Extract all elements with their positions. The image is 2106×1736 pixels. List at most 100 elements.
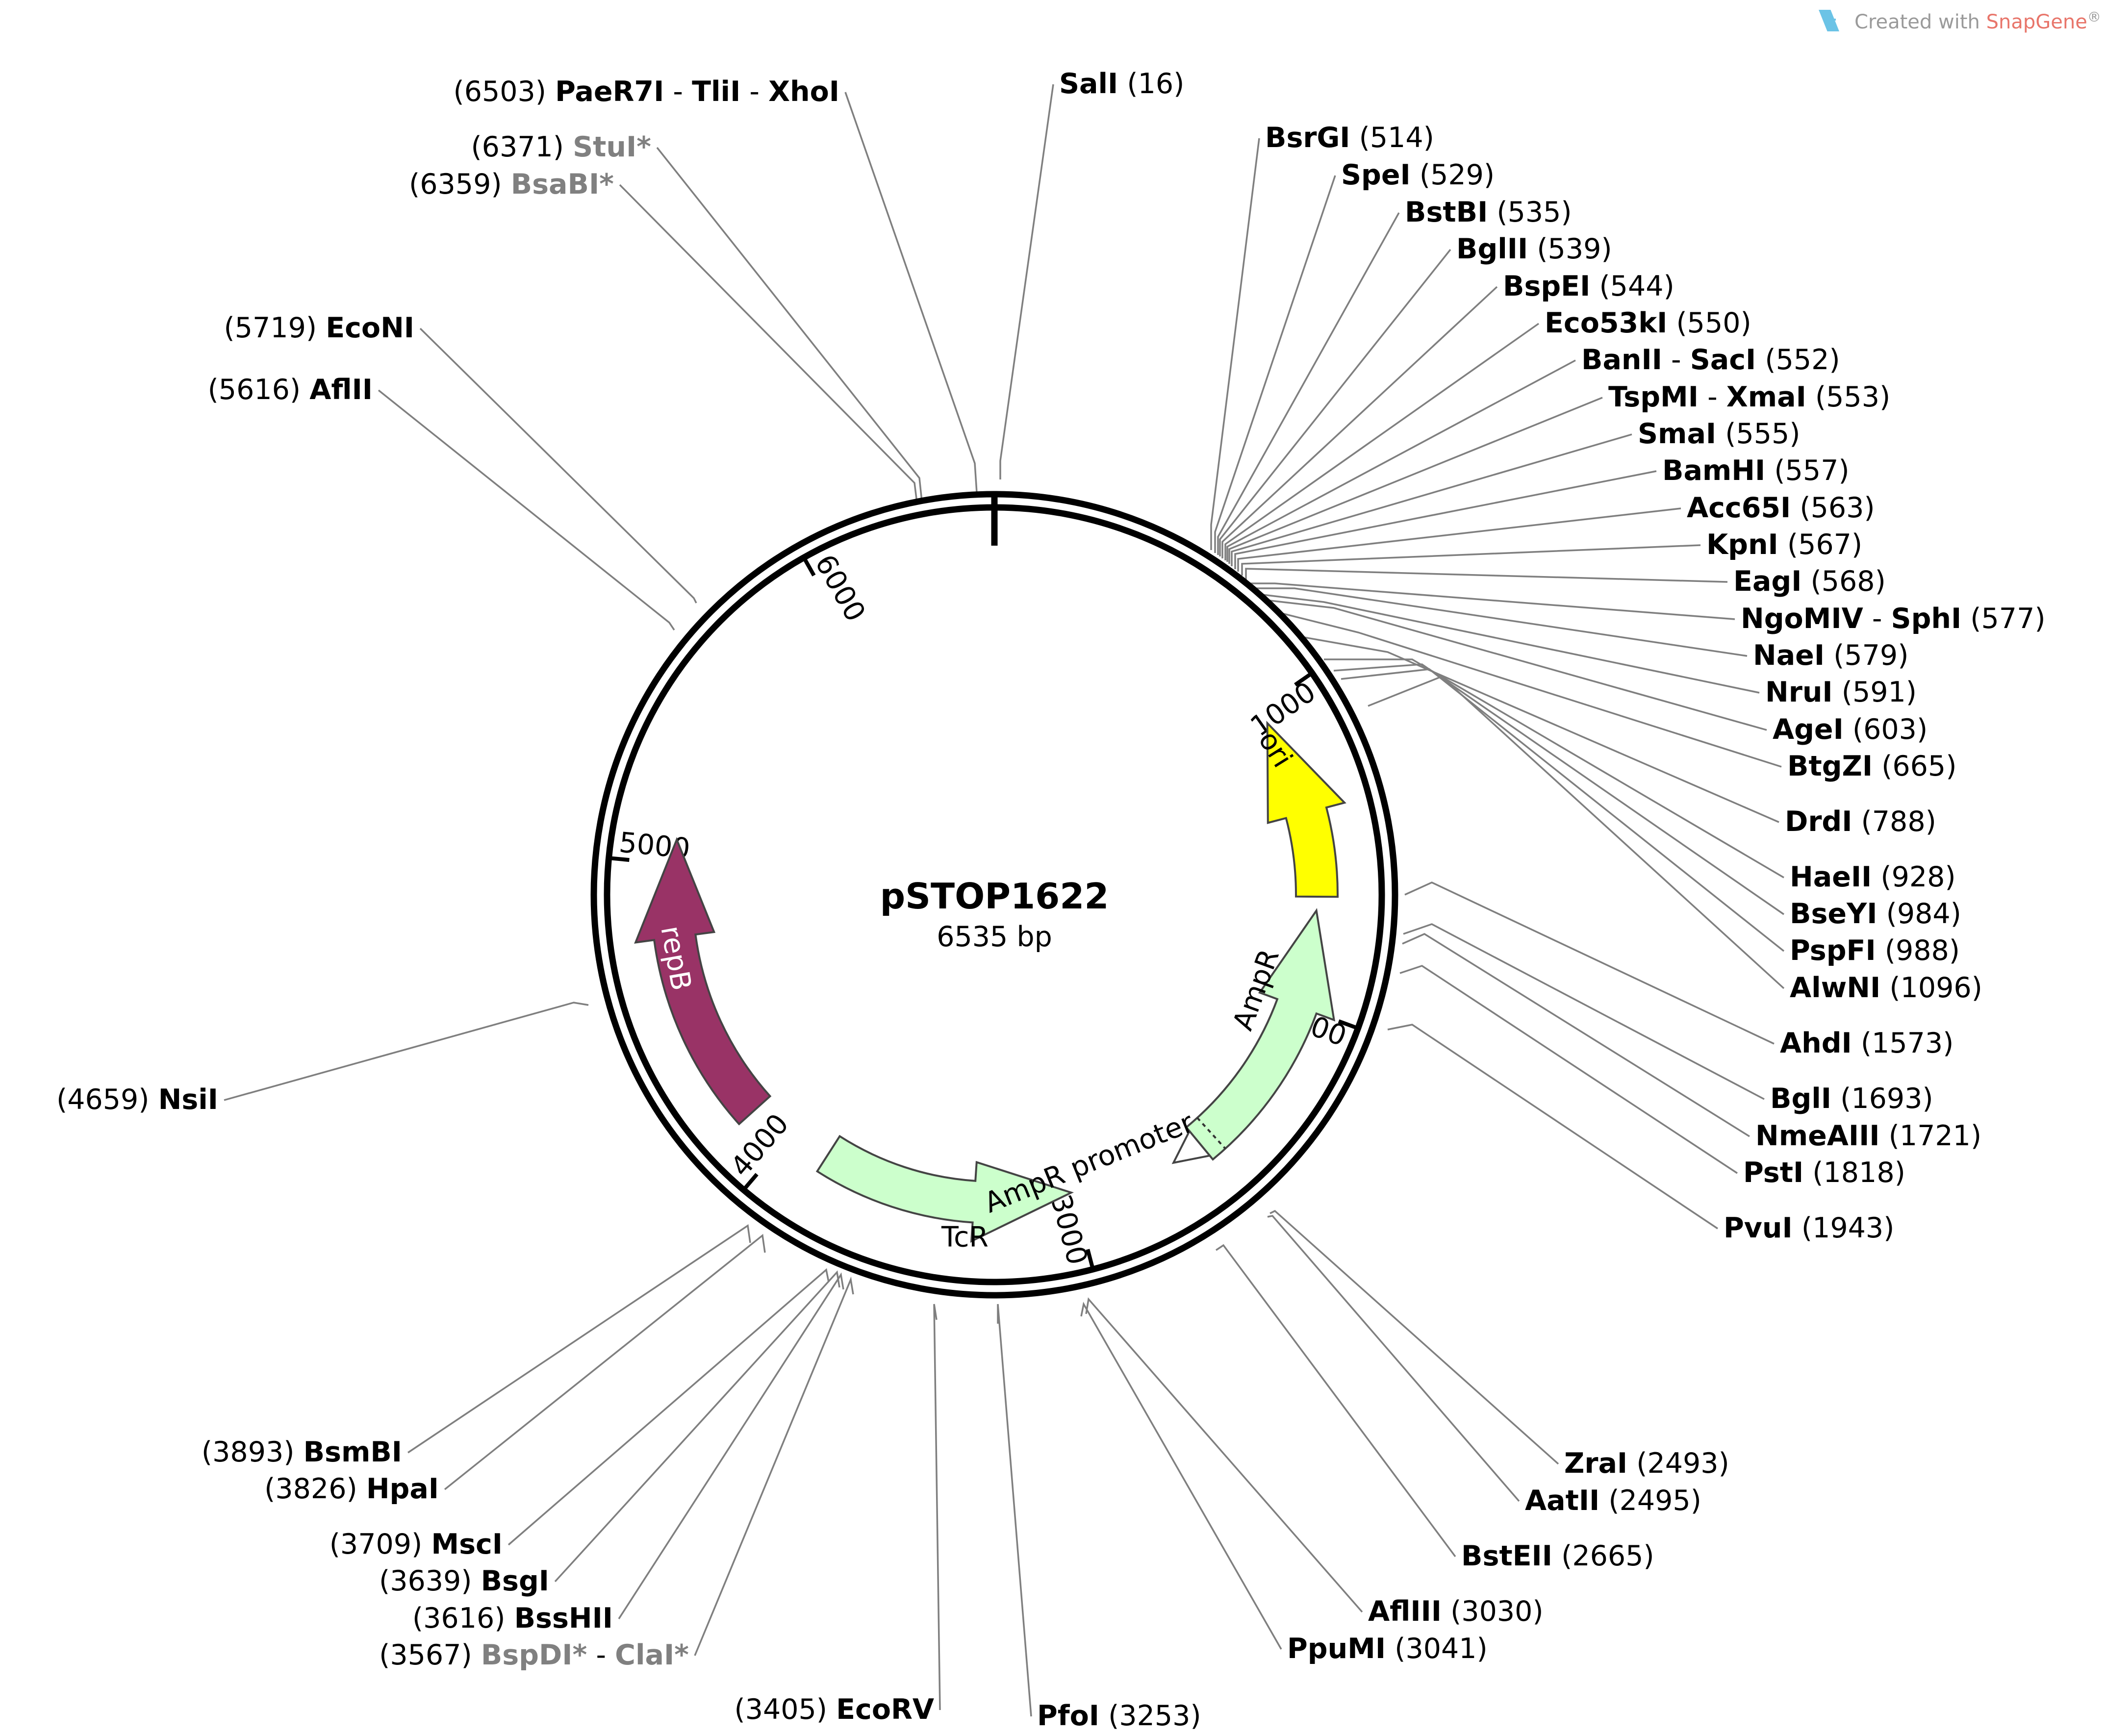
site-leader-nsii: [224, 1002, 589, 1101]
enzyme-name: PfoI: [1037, 1700, 1099, 1732]
site-label-eco53ki: Eco53kI (550): [1545, 307, 1751, 339]
site-label-pspfi: PspFI (988): [1790, 934, 1960, 967]
enzyme-name: ClaI*: [615, 1639, 689, 1671]
enzyme-name: EcoNI: [326, 312, 414, 344]
site-label-sali: SalI (16): [1059, 68, 1184, 100]
site-position: (2495): [1599, 1484, 1701, 1517]
site-leader-bspdi-clai: [694, 1276, 854, 1656]
watermark-brand: SnapGene: [1986, 11, 2087, 33]
site-leader-bsabi: [619, 184, 918, 503]
enzyme-name: BsaBI*: [511, 168, 614, 201]
site-label-banii-saci: BanII - SacI (552): [1581, 344, 1840, 376]
enzyme-name: NaeI: [1753, 639, 1825, 672]
site-position: (3616): [412, 1602, 514, 1635]
plasmid-map: 100020003000400050006000 oriAmpRAmpR pro…: [56, 9, 2101, 1732]
site-leader-bsgi: [554, 1270, 840, 1583]
site-position: (563): [1791, 492, 1875, 524]
site-label-eagi: EagI (568): [1733, 565, 1886, 598]
enzyme-name: XhoI: [768, 75, 839, 108]
site-position: (3030): [1442, 1595, 1544, 1628]
site-label-bsrgi: BsrGI (514): [1265, 122, 1434, 154]
site-separator: -: [1699, 381, 1726, 413]
site-position: (3405): [734, 1693, 836, 1726]
site-leader-smai: [1231, 433, 1632, 566]
site-leader-spei: [1214, 175, 1336, 553]
site-leader-bsmbi: [407, 1224, 751, 1454]
site-leader-ahdi: [1404, 881, 1775, 1045]
site-position: (2493): [1627, 1447, 1729, 1480]
enzyme-name: HaeII: [1790, 861, 1872, 893]
enzyme-name: EagI: [1733, 565, 1802, 598]
site-label-ecorv: (3405) EcoRV: [734, 1693, 934, 1726]
site-position: (1693): [1831, 1082, 1933, 1115]
enzyme-name: AflIII: [1368, 1595, 1442, 1628]
site-position: (984): [1878, 898, 1961, 930]
enzyme-name: NmeAIII: [1755, 1120, 1880, 1152]
site-label-nmeaiii: NmeAIII (1721): [1755, 1120, 1981, 1152]
site-position: (16): [1118, 68, 1184, 100]
enzyme-name: BglII: [1456, 233, 1528, 265]
enzyme-name: NruI: [1765, 676, 1833, 708]
site-position: (3709): [330, 1528, 431, 1560]
site-label-bsshii: (3616) BssHII: [412, 1602, 613, 1635]
site-leader-bglii: [1219, 249, 1451, 556]
site-label-ppumi: PpuMI (3041): [1287, 1633, 1488, 1665]
enzyme-name: SalI: [1059, 68, 1118, 100]
enzyme-name: BssHII: [514, 1602, 613, 1635]
site-position: (535): [1488, 196, 1572, 228]
site-position: (577): [1961, 603, 2045, 635]
enzyme-name: BstEII: [1461, 1540, 1552, 1572]
enzyme-name: ZraI: [1564, 1447, 1627, 1480]
site-label-tspmi-xmai: TspMI - XmaI (553): [1608, 381, 1890, 413]
enzyme-name: BglI: [1770, 1082, 1831, 1115]
site-label-bseyi: BseYI (984): [1790, 898, 1961, 930]
site-label-ahdi: AhdI (1573): [1780, 1027, 1954, 1059]
enzyme-name: BanII: [1581, 344, 1662, 376]
site-leader-aflii: [378, 389, 675, 630]
site-label-pfoi: PfoI (3253): [1037, 1700, 1201, 1732]
site-label-kpni: KpnI (567): [1706, 528, 1862, 561]
site-position: (988): [1876, 934, 1960, 967]
site-label-msci: (3709) MscI: [330, 1528, 503, 1560]
site-label-bstbi: BstBI (535): [1405, 196, 1572, 228]
site-leader-aatii: [1267, 1215, 1520, 1502]
watermark-prefix: Created with: [1854, 11, 1986, 33]
site-label-aflii: (5616) AflII: [208, 374, 373, 406]
site-label-bspei: BspEI (544): [1503, 270, 1675, 302]
site-position: (603): [1844, 713, 1928, 746]
site-label-aatii: AatII (2495): [1525, 1484, 1701, 1517]
site-leader-ecorv: [933, 1304, 941, 1711]
site-position: (3893): [202, 1436, 304, 1468]
enzyme-name: PaeR7I: [555, 75, 664, 108]
site-leader-eagi: [1245, 568, 1728, 583]
site-leader-naei: [1255, 587, 1748, 657]
site-label-bamhi: BamHI (557): [1662, 454, 1850, 487]
watermark: Created with SnapGene®: [1819, 9, 2101, 33]
site-label-smai: SmaI (555): [1638, 418, 1801, 450]
enzyme-name: HpaI: [366, 1473, 439, 1505]
site-position: (539): [1528, 233, 1612, 265]
enzyme-name: AlwNI: [1790, 972, 1880, 1004]
enzyme-name: SpeI: [1341, 159, 1411, 191]
site-leader-btgzi: [1279, 612, 1782, 768]
enzyme-name: Acc65I: [1687, 492, 1791, 524]
site-leader-ppumi: [1080, 1302, 1282, 1650]
site-label-paer7i-tlii-xhoi: (6503) PaeR7I - TliI - XhoI: [454, 75, 840, 108]
site-leader-stui: [656, 147, 923, 502]
site-label-bsteii: BstEII (2665): [1461, 1540, 1654, 1572]
site-label-bsgi: (3639) BsgI: [379, 1565, 549, 1597]
site-label-agei: AgeI (603): [1773, 713, 1928, 746]
enzyme-name: BspEI: [1503, 270, 1590, 302]
enzyme-name: SmaI: [1638, 418, 1716, 450]
site-label-zrai: ZraI (2493): [1564, 1447, 1729, 1480]
plasmid-size: 6535 bp: [937, 921, 1052, 953]
enzyme-name: AflII: [309, 374, 373, 406]
site-position: (552): [1756, 344, 1840, 376]
enzyme-name: BsrGI: [1265, 122, 1350, 154]
enzyme-name: PspFI: [1790, 934, 1876, 967]
enzyme-name: BsgI: [481, 1565, 549, 1597]
site-position: (3567): [379, 1639, 481, 1671]
site-label-acc65i: Acc65I (563): [1687, 492, 1875, 524]
snapgene-logo-icon: [1819, 10, 1839, 31]
site-leader-bsrgi: [1210, 138, 1260, 550]
